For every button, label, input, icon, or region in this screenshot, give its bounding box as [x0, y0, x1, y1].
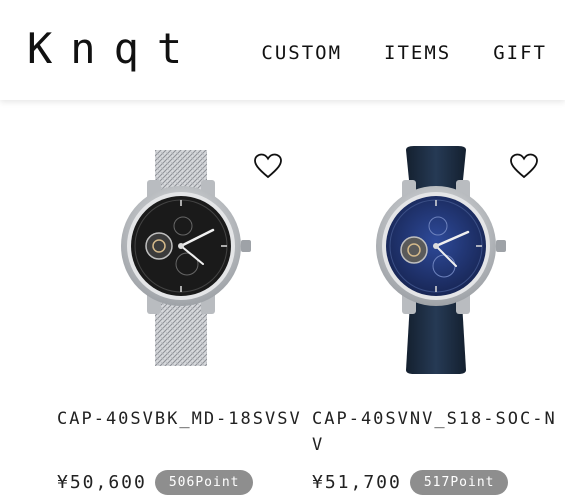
product-image[interactable] — [55, 146, 307, 376]
favorite-heart-icon[interactable] — [253, 152, 283, 180]
product-card[interactable]: CAP-40SVBK_MD-18SVSV ¥50,600 506Point — [55, 100, 307, 500]
product-name[interactable]: CAP-40SVBK_MD-18SVSV — [57, 406, 307, 432]
site-header: Knqt CUSTOM ITEMS GIFT — [0, 0, 565, 100]
product-card[interactable]: CAP-40SVNV_S18-SOC-NV ¥51,700 517Point — [310, 100, 562, 500]
main-nav: CUSTOM ITEMS GIFT — [261, 42, 547, 64]
product-price: ¥51,700 — [312, 472, 402, 493]
brand-logo[interactable]: Knqt — [27, 28, 200, 70]
price-row: ¥50,600 506Point — [57, 470, 254, 495]
favorite-heart-icon[interactable] — [509, 152, 539, 180]
points-badge: 517Point — [409, 470, 509, 495]
nav-item-items[interactable]: ITEMS — [384, 42, 451, 64]
product-name[interactable]: CAP-40SVNV_S18-SOC-NV — [312, 406, 562, 458]
points-badge: 506Point — [154, 470, 254, 495]
price-row: ¥51,700 517Point — [312, 470, 509, 495]
nav-item-gift[interactable]: GIFT — [493, 42, 547, 64]
nav-item-custom[interactable]: CUSTOM — [261, 42, 342, 64]
product-price: ¥50,600 — [57, 472, 147, 493]
product-image[interactable] — [310, 146, 562, 376]
